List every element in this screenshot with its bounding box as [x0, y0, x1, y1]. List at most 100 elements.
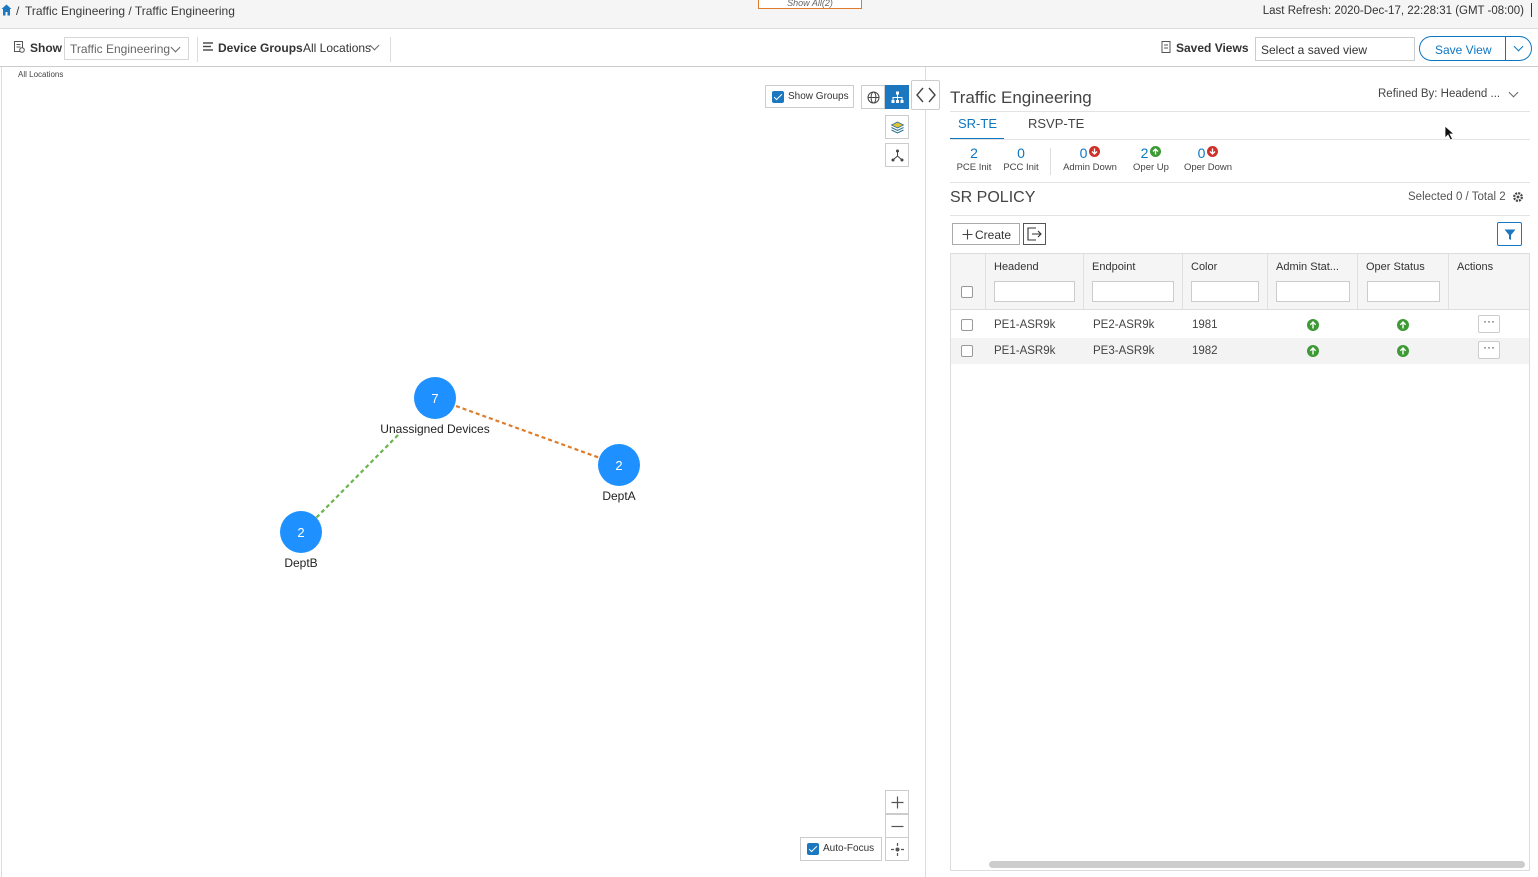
stat-oper-up[interactable]: 2 Oper Up: [1129, 145, 1173, 173]
divider: [390, 37, 391, 62]
show-groups-checkbox[interactable]: [772, 91, 784, 103]
divider: [1505, 37, 1506, 60]
plus-icon: [891, 796, 904, 809]
last-refresh-text: Last Refresh: 2020-Dec-17, 22:28:31 (GMT…: [1262, 5, 1524, 17]
divider: [1531, 3, 1532, 17]
node-label-unassigned[interactable]: Unassigned Devices: [380, 422, 489, 436]
stat-label: PCC Init: [1003, 162, 1039, 173]
select-all-checkbox[interactable]: [961, 286, 973, 298]
device-groups-select[interactable]: All Locations: [303, 40, 388, 57]
create-button[interactable]: Create: [952, 223, 1020, 245]
cursor-icon: [1444, 125, 1455, 141]
row-actions-button[interactable]: ···: [1478, 315, 1500, 333]
admin-status-filter-input[interactable]: [1276, 281, 1350, 302]
saved-view-placeholder: Select a saved view: [1261, 43, 1368, 57]
gear-icon[interactable]: [1512, 191, 1524, 203]
topology-map[interactable]: All Locations 7 2 2 Unassigned Devices D…: [1, 67, 925, 877]
auto-focus-toggle[interactable]: Auto-Focus: [800, 837, 882, 861]
layers-button[interactable]: [885, 115, 909, 139]
save-view-button[interactable]: Save View: [1419, 36, 1532, 61]
toolbar: Show Traffic Engineering Device Groups A…: [0, 29, 1538, 67]
node-label-deptb[interactable]: DeptB: [284, 556, 317, 570]
stat-value: 0: [1017, 145, 1025, 161]
refined-by-select[interactable]: Refined By: Headend ...: [1378, 87, 1519, 100]
node-label-depta[interactable]: DeptA: [602, 489, 635, 503]
show-all-label: Show All(2): [787, 0, 833, 8]
endpoint-filter-input[interactable]: [1092, 281, 1174, 302]
divider: [950, 182, 1530, 183]
tab-rsvp-te[interactable]: RSVP-TE: [1028, 116, 1084, 131]
export-button[interactable]: [1023, 223, 1046, 245]
node-count: 2: [297, 525, 304, 540]
refined-by-label: Refined By: Headend ...: [1378, 88, 1501, 100]
layout-button[interactable]: [885, 143, 909, 167]
column-header-admin-status[interactable]: Admin Stat...: [1276, 261, 1339, 273]
saved-view-select[interactable]: Select a saved view: [1255, 37, 1415, 61]
device-groups-label: Device Groups: [218, 41, 303, 55]
breadcrumb[interactable]: Traffic Engineering / Traffic Engineerin…: [25, 4, 235, 18]
fit-view-button[interactable]: [885, 837, 909, 861]
table-header: Headend Endpoint Color Admin Stat... Ope…: [951, 254, 1529, 310]
stat-pce-init[interactable]: 2 PCE Init: [955, 145, 993, 173]
column-header-color[interactable]: Color: [1191, 261, 1217, 273]
create-label: Create: [975, 228, 1012, 242]
status-up-icon: [1307, 345, 1319, 357]
headend-filter-input[interactable]: [994, 281, 1075, 302]
home-icon[interactable]: [1, 4, 12, 16]
column-header-oper-status[interactable]: Oper Status: [1366, 261, 1425, 273]
row-actions-button[interactable]: ···: [1478, 341, 1500, 359]
show-all-button[interactable]: Show All(2): [758, 0, 862, 9]
stat-label: PCE Init: [956, 162, 992, 173]
globe-icon: [867, 91, 880, 104]
status-up-icon: [1397, 345, 1409, 357]
zoom-in-button[interactable]: [885, 790, 909, 814]
hierarchy-icon: [891, 91, 904, 103]
show-select-value: Traffic Engineering: [70, 42, 171, 56]
details-panel: Traffic Engineering Refined By: Headend …: [925, 67, 1538, 877]
status-up-icon: [1397, 319, 1409, 331]
show-label: Show: [30, 41, 62, 55]
color-filter-input[interactable]: [1191, 281, 1259, 302]
oper-status-filter-input[interactable]: [1367, 281, 1440, 302]
show-groups-toggle[interactable]: Show Groups: [765, 85, 854, 108]
column-header-endpoint[interactable]: Endpoint: [1092, 261, 1135, 273]
stat-admin-down[interactable]: 0 Admin Down: [1060, 145, 1120, 173]
arrow-up-icon: [1150, 146, 1162, 157]
divider: [1182, 254, 1183, 310]
stat-value: 2: [970, 145, 978, 161]
table-row[interactable]: PE1-ASR9k PE3-ASR9k 1982 ···: [951, 338, 1529, 364]
collapse-panel-button[interactable]: [911, 80, 940, 110]
auto-focus-checkbox[interactable]: [807, 843, 819, 855]
filter-button[interactable]: [1497, 222, 1522, 246]
logical-view-button[interactable]: [885, 85, 909, 109]
filter-view-icon: [14, 41, 25, 53]
plus-icon: [962, 229, 973, 240]
arrow-down-icon: [1207, 146, 1219, 157]
table-row[interactable]: PE1-ASR9k PE2-ASR9k 1981 ···: [951, 312, 1529, 338]
stat-oper-down[interactable]: 0 Oper Down: [1180, 145, 1236, 173]
column-header-actions: Actions: [1457, 261, 1494, 273]
divider: [950, 139, 1530, 140]
show-select[interactable]: Traffic Engineering: [64, 37, 189, 60]
network-icon: [891, 149, 904, 162]
saved-views-icon: [1161, 41, 1171, 53]
horizontal-scrollbar[interactable]: [989, 861, 1525, 868]
cell-headend: PE1-ASR9k: [994, 345, 1056, 357]
layers-icon: [890, 121, 905, 134]
stat-label: Oper Up: [1133, 162, 1169, 173]
tab-sr-te[interactable]: SR-TE: [958, 116, 997, 131]
column-header-headend[interactable]: Headend: [994, 261, 1039, 273]
geo-view-button[interactable]: [861, 85, 885, 109]
sr-policy-table: Headend Endpoint Color Admin Stat... Ope…: [950, 253, 1530, 871]
row-checkbox[interactable]: [961, 345, 973, 357]
row-checkbox[interactable]: [961, 319, 973, 331]
auto-focus-label: Auto-Focus: [823, 843, 875, 854]
status-up-icon: [1307, 319, 1319, 331]
zoom-out-button[interactable]: [885, 814, 909, 838]
divider: [1357, 254, 1358, 310]
divider: [1448, 254, 1449, 310]
divider: [950, 215, 1530, 216]
stat-pcc-init[interactable]: 0 PCC Init: [1002, 145, 1040, 173]
list-icon: [203, 42, 213, 51]
chevron-down-icon[interactable]: [1513, 41, 1524, 52]
